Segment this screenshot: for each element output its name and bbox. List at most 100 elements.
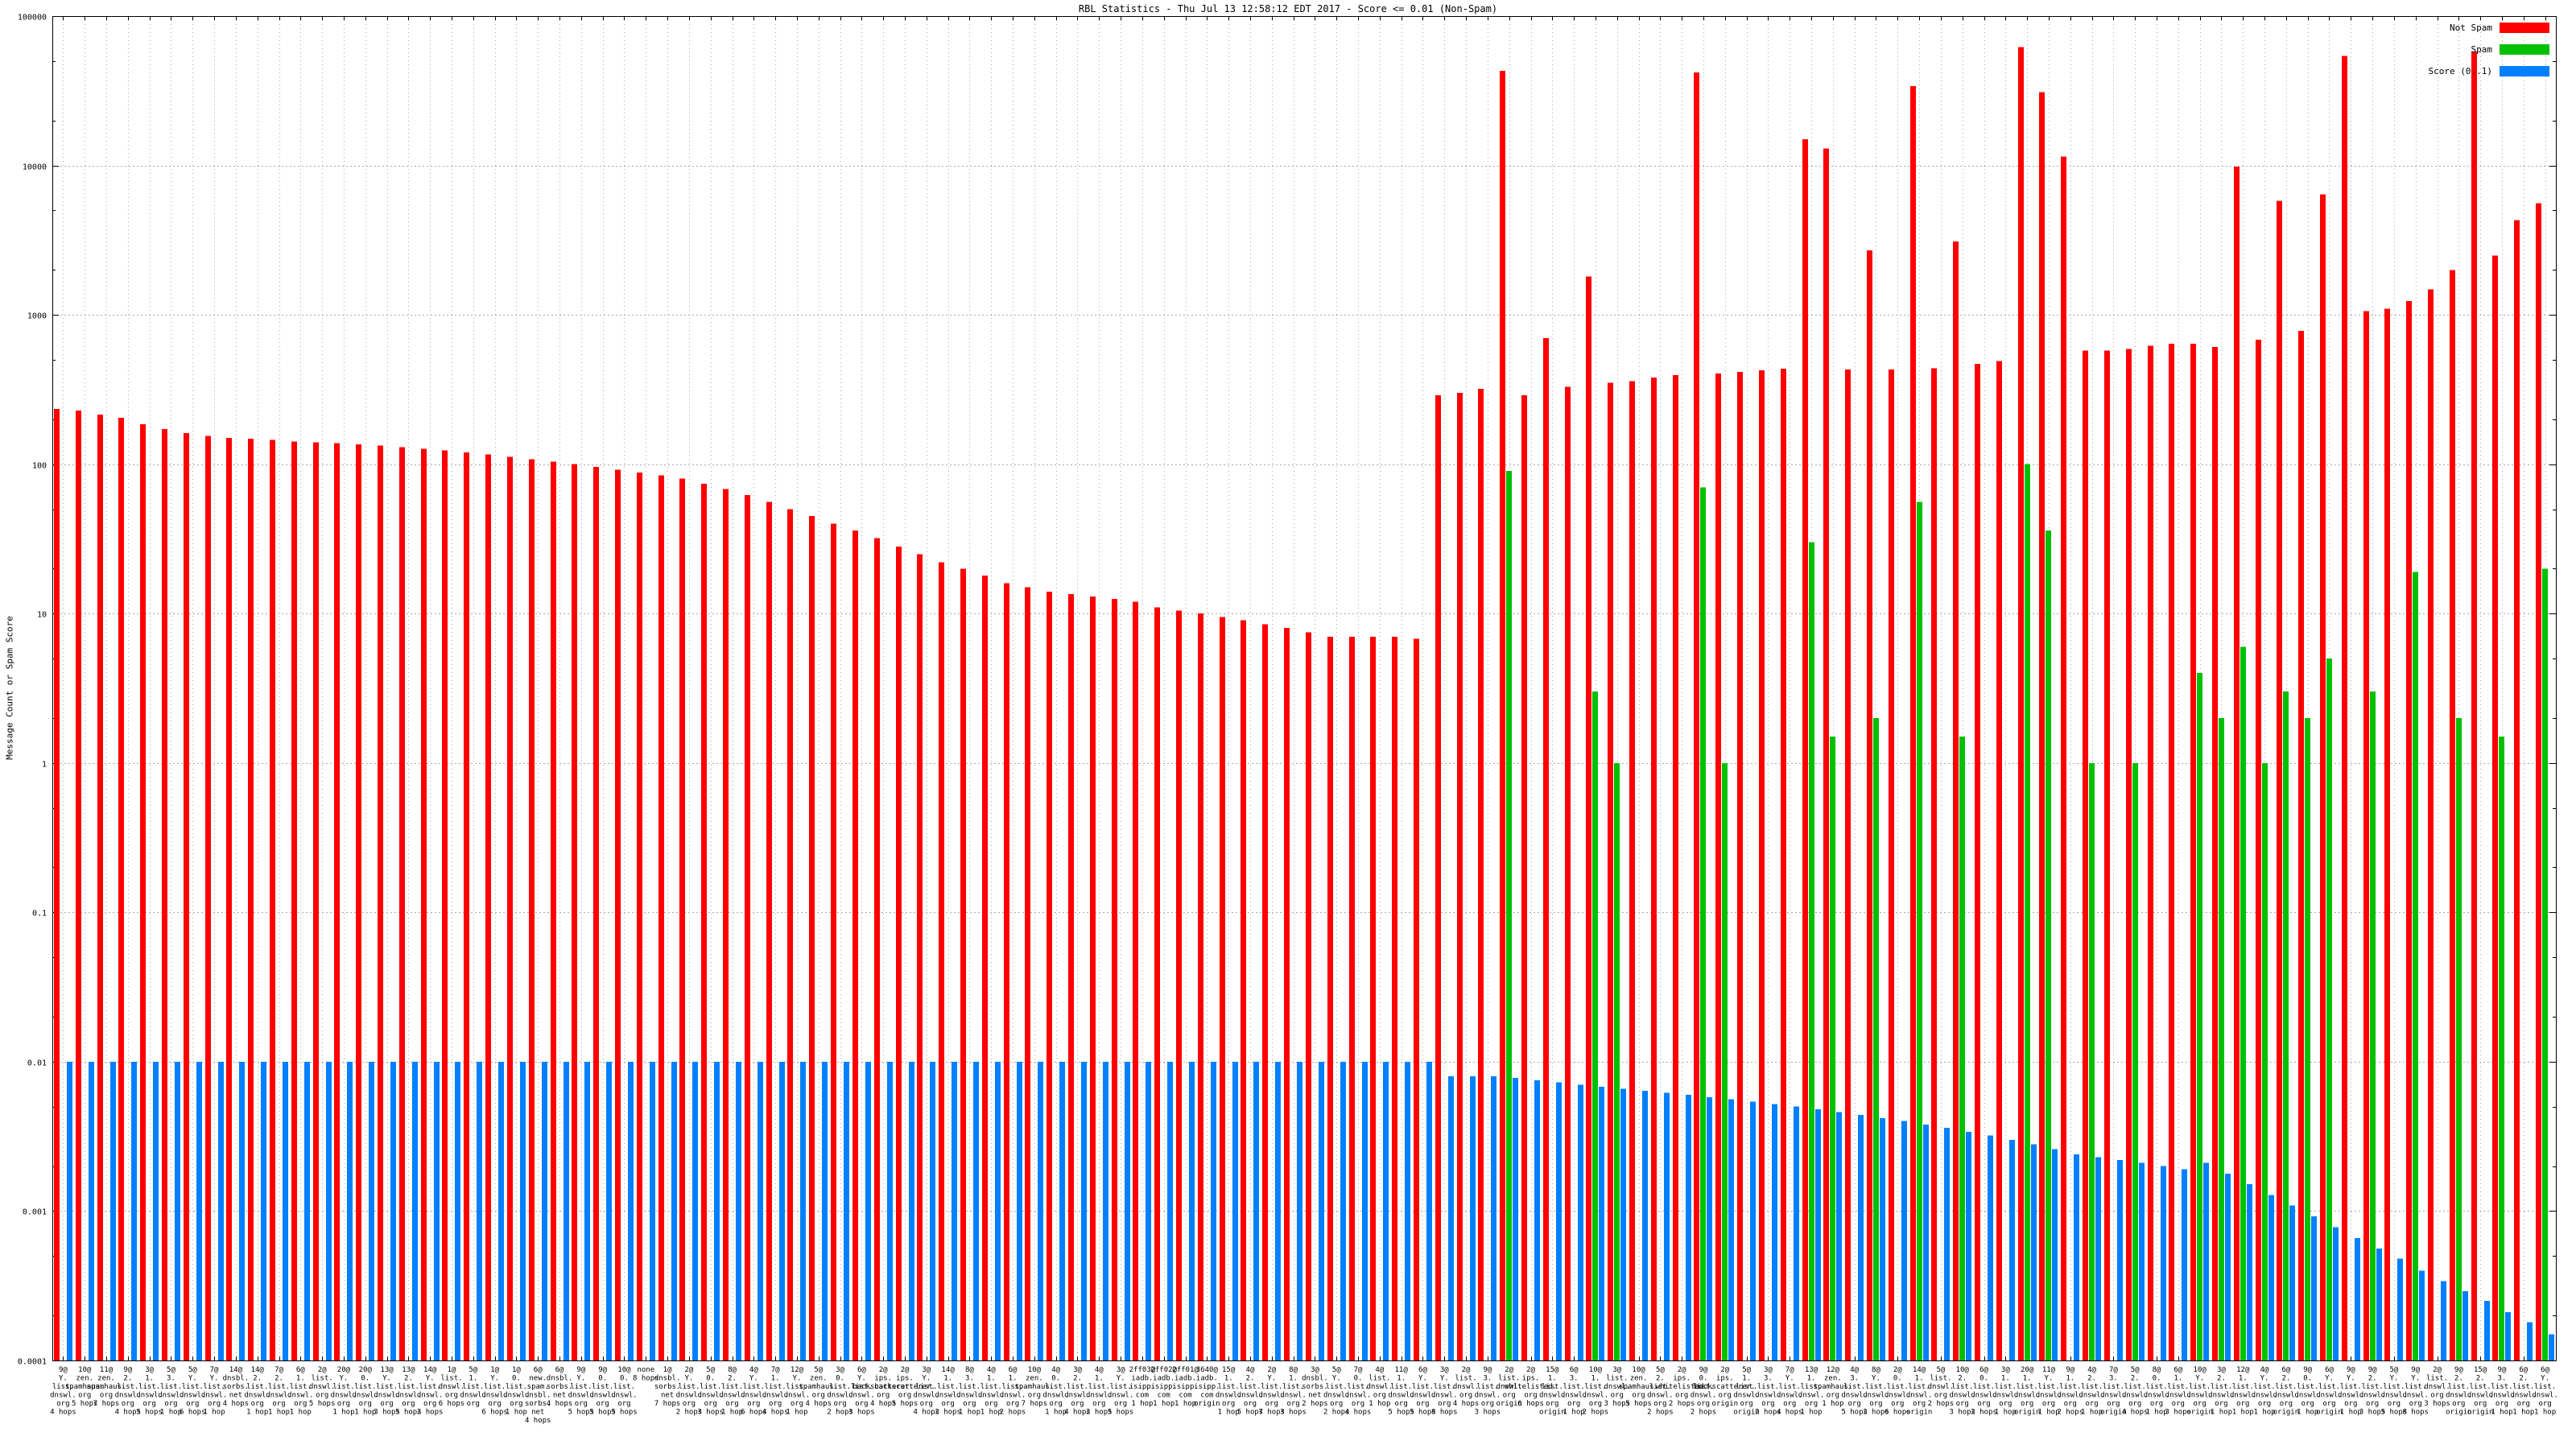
x-axis-tick-label: net	[229, 1392, 242, 1400]
x-axis-tick-label: 4@	[987, 1366, 996, 1374]
x-axis-tick-label: ips.	[1716, 1375, 1734, 1383]
x-axis-tick-label: 4@	[1375, 1366, 1384, 1374]
x-axis-tick-label: list.	[1995, 1383, 2017, 1391]
x-axis-tick-label: 2 hops	[1690, 1409, 1717, 1417]
x-axis-tick-label: org	[1114, 1400, 1127, 1408]
bar-score	[1686, 1095, 1691, 1360]
x-axis-tick-label: list.	[1282, 1383, 1304, 1391]
bar-spam	[1614, 762, 1620, 1360]
bar-not-spam	[1651, 378, 1657, 1361]
x-axis-tick-label: 11@	[100, 1366, 114, 1374]
x-axis-tick-label: Y.	[2347, 1375, 2355, 1383]
x-axis-tick-label: org	[402, 1400, 415, 1408]
x-axis-tick-label: 0.	[1354, 1375, 1363, 1383]
bar-not-spam	[118, 417, 124, 1360]
x-axis-tick-label: net	[1308, 1392, 1321, 1400]
x-axis-tick-label: list.	[1110, 1383, 1132, 1391]
x-axis-tick-label: 4 hops	[50, 1409, 76, 1417]
bar-score	[2376, 1249, 2382, 1360]
x-axis-tick-label: 3.	[1570, 1375, 1579, 1383]
bar-not-spam	[917, 554, 923, 1360]
x-axis-tick-label: org	[1977, 1400, 1990, 1408]
x-axis-tick-label: 1 hop	[2232, 1409, 2254, 1417]
bar-score	[1966, 1131, 1971, 1360]
x-axis-tick-label: dnswl.	[309, 1383, 336, 1391]
x-axis-tick-label: org	[2215, 1400, 2227, 1408]
bar-not-spam	[1737, 372, 1743, 1360]
bar-score	[736, 1061, 741, 1360]
x-axis-tick-label: list.	[1368, 1375, 1390, 1383]
x-axis-tick-label: list.	[204, 1383, 225, 1391]
x-axis-tick-label: 2@	[1505, 1366, 1513, 1374]
bar-not-spam	[2212, 346, 2218, 1360]
x-axis-tick-label: dnswl.	[848, 1392, 875, 1400]
bar-score	[1815, 1109, 1821, 1360]
x-axis-tick-label: 1 hop	[1131, 1400, 1153, 1408]
x-axis-tick-label: 1 hop	[204, 1409, 225, 1417]
x-axis-tick-label: 2@	[879, 1366, 888, 1374]
x-axis-tick-label: 6@	[2519, 1366, 2528, 1374]
x-axis-tick-label: 5@	[167, 1366, 175, 1374]
x-axis-tick-label: list.	[937, 1383, 959, 1391]
x-axis-tick-label: 20@	[2021, 1366, 2034, 1374]
bar-not-spam	[205, 436, 211, 1360]
x-axis-tick-label: list.	[1563, 1383, 1585, 1391]
bar-not-spam	[291, 441, 297, 1360]
bar-not-spam	[1370, 637, 1376, 1360]
x-axis-tick-label: org	[1956, 1400, 1969, 1408]
x-axis-tick-label: 1 hop	[1153, 1400, 1174, 1408]
bar-score	[2527, 1322, 2533, 1360]
x-axis-tick-label: org	[1675, 1392, 1688, 1400]
bar-not-spam	[982, 575, 988, 1360]
bar-not-spam	[226, 438, 232, 1360]
bar-score	[1578, 1084, 1583, 1360]
bar-score	[822, 1061, 828, 1360]
bar-score	[1211, 1061, 1216, 1360]
x-axis-tick-label: 4@	[749, 1366, 758, 1374]
x-axis-tick-label: ips.	[1522, 1375, 1540, 1383]
bar-score	[1362, 1061, 1368, 1360]
x-axis-tick-label: sorbs.	[547, 1383, 573, 1391]
y-axis-tick-label: 1	[42, 761, 47, 770]
x-axis-tick-label: list.	[2470, 1383, 2491, 1391]
bar-spam	[1700, 487, 1706, 1360]
bar-not-spam	[1004, 583, 1009, 1360]
x-axis-tick-label: org	[208, 1400, 221, 1408]
x-axis-tick-label: Y.	[2390, 1375, 2399, 1383]
bar-not-spam	[1414, 638, 1419, 1360]
x-axis-tick-label: 8@	[728, 1366, 737, 1374]
x-axis-tick-label: 1.	[1009, 1375, 1018, 1383]
x-axis-tick-label: 1.	[2001, 1375, 2010, 1383]
bar-not-spam	[2406, 300, 2412, 1360]
x-axis-tick-label: org	[1697, 1400, 1710, 1408]
x-axis-tick-label: org	[1653, 1400, 1666, 1408]
x-axis-tick-label: dnswl.	[1453, 1383, 1480, 1391]
bar-spam	[2542, 568, 2548, 1360]
x-axis-tick-label: org	[920, 1400, 933, 1408]
bar-spam	[2089, 762, 2095, 1360]
x-axis-tick-label: org	[1006, 1400, 1019, 1408]
x-axis-tick-label: org	[2128, 1400, 2141, 1408]
bar-not-spam	[399, 447, 405, 1360]
x-axis-tick-label: 3@	[1311, 1366, 1319, 1374]
x-axis-tick-label: dnsbl.	[223, 1375, 250, 1383]
bar-score	[1340, 1061, 1346, 1360]
bar-score	[1448, 1075, 1454, 1360]
x-axis-tick-label: 6@	[1418, 1366, 1427, 1374]
chart-title: RBL Statistics - Thu Jul 13 12:58:12 EDT…	[1078, 3, 1498, 14]
bar-score	[477, 1061, 482, 1360]
bar-score	[261, 1061, 266, 1360]
x-axis-tick-label: com	[1158, 1392, 1170, 1400]
x-axis-tick-label: zen.	[76, 1375, 93, 1383]
x-axis-tick-label: org	[488, 1400, 501, 1408]
bar-not-spam	[2190, 344, 2196, 1361]
x-axis-tick-label: list.	[1584, 1383, 1606, 1391]
x-axis-tick-label: ips.	[874, 1375, 892, 1383]
x-axis-tick-label: 2.	[1656, 1375, 1665, 1383]
x-axis-tick-label: 15@	[1546, 1366, 1559, 1374]
bar-score	[304, 1061, 310, 1360]
x-axis-tick-label: 0.	[361, 1375, 369, 1383]
bar-spam	[1830, 737, 1835, 1360]
x-axis-tick-label: 11@	[1395, 1366, 1409, 1374]
x-axis-tick-label: 2@	[1267, 1366, 1276, 1374]
